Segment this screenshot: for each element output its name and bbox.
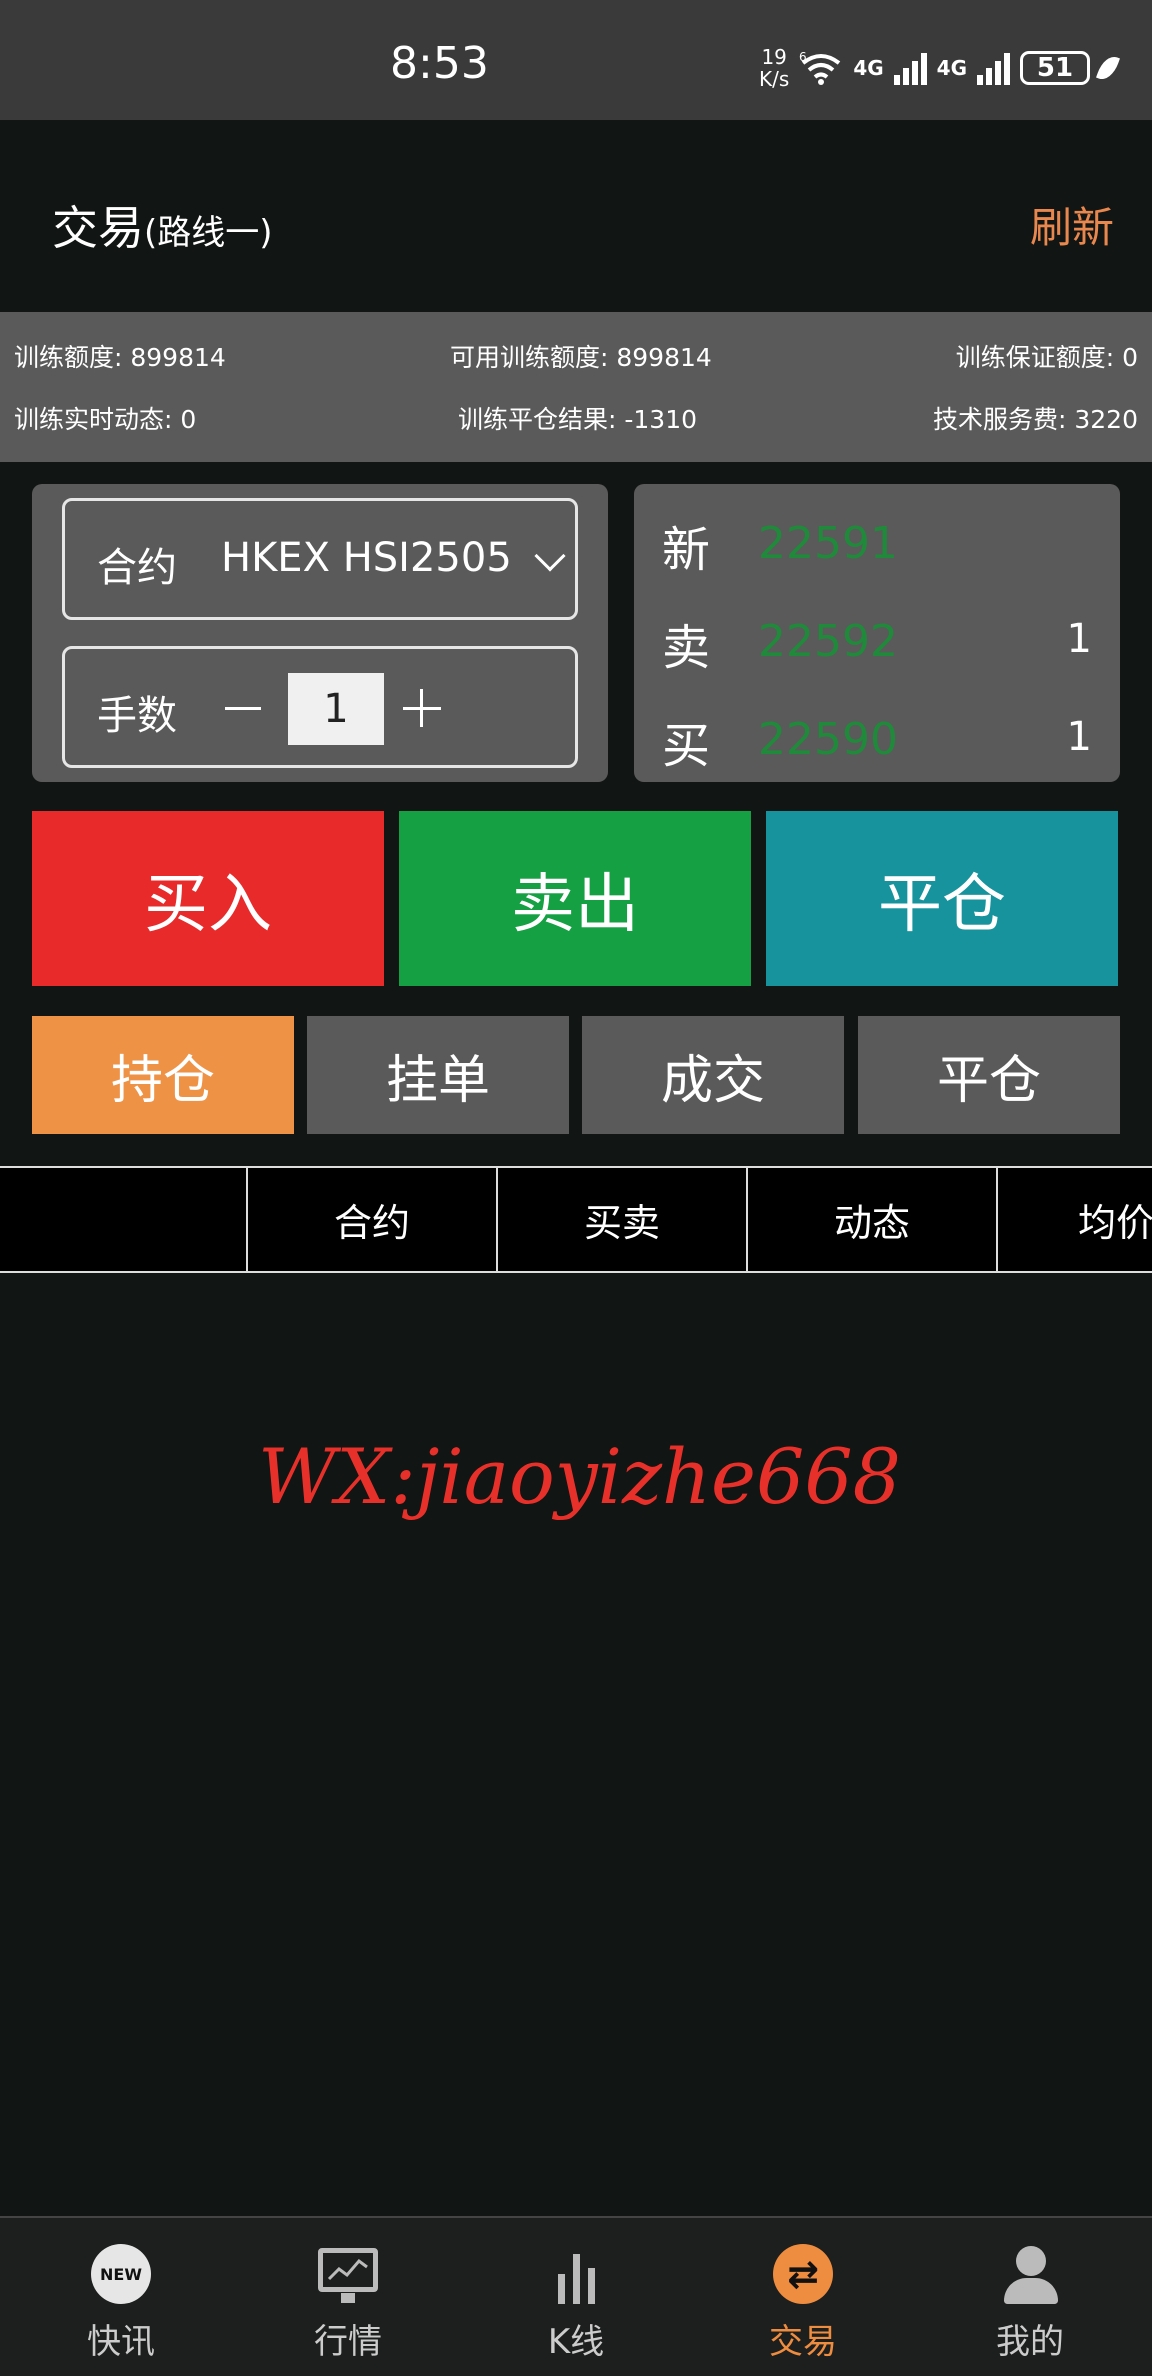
watermark-text: WX:jiaoyizhe668 (258, 1432, 902, 1521)
contract-select[interactable]: 合约 HKEX HSI2505 (62, 498, 578, 620)
tab-positions[interactable]: 持仓 (32, 1016, 294, 1134)
column-header (0, 1168, 246, 1271)
column-header-pnl: 动态 (746, 1168, 996, 1271)
nav-label: 快讯 (87, 2322, 155, 2362)
column-header-contract: 合约 (246, 1168, 496, 1271)
bid-price: 22590 (758, 714, 898, 765)
bid-qty: 1 (1066, 714, 1092, 760)
positions-table-header: 合约 买卖 动态 均价 (0, 1166, 1152, 1273)
lots-stepper: 手数 1 (62, 646, 578, 768)
bar-chart-icon (546, 2244, 606, 2304)
signal-icon (893, 51, 927, 85)
network-speed: 19 K/s (759, 45, 790, 91)
close-result: 训练平仓结果: -1310 (458, 405, 698, 434)
monitor-chart-icon (318, 2248, 378, 2303)
bid-row: 买 22590 1 (634, 692, 1120, 774)
latest-price-row: 新 22591 (634, 496, 1120, 578)
plus-button[interactable] (403, 689, 441, 727)
lots-label: 手数 (97, 693, 177, 739)
sell-button[interactable]: 卖出 (399, 811, 751, 986)
ask-qty: 1 (1066, 616, 1092, 662)
nav-item-trade[interactable]: ⇄ 交易 (688, 2218, 918, 2376)
nav-item-me[interactable]: 我的 (915, 2218, 1145, 2376)
nav-item-kline[interactable]: K线 (461, 2218, 691, 2376)
realtime-pnl: 训练实时动态: 0 (14, 405, 197, 434)
clock: 8:53 (390, 38, 489, 89)
network-type-2: 4G (936, 56, 967, 80)
latest-label: 新 (662, 522, 711, 578)
network-type-1: 4G (853, 56, 884, 80)
leaf-icon (1096, 53, 1120, 83)
minus-button[interactable] (225, 707, 261, 710)
order-panel: 合约 HKEX HSI2505 手数 1 (32, 484, 608, 782)
latest-price: 22591 (758, 518, 898, 569)
bid-label: 买 (662, 718, 711, 774)
buy-button[interactable]: 买入 (32, 811, 384, 986)
page-title: 交易(路线一) (52, 201, 273, 255)
status-icons: 19 K/s 6 4G 4G 51 (759, 40, 1120, 96)
bottom-nav: NEW 快讯 行情 K线 ⇄ 交易 我的 (0, 2216, 1152, 2376)
ask-price: 22592 (758, 616, 898, 667)
nav-item-news[interactable]: NEW 快讯 (6, 2218, 236, 2376)
ask-label: 卖 (662, 620, 711, 676)
user-icon (1000, 2244, 1060, 2304)
margin-quota: 训练保证额度: 0 (955, 343, 1138, 372)
nav-label: 行情 (314, 2322, 382, 2362)
training-quota: 训练额度: 899814 (14, 343, 226, 372)
chevron-down-icon (534, 540, 566, 572)
tab-closed[interactable]: 平仓 (858, 1016, 1120, 1134)
lots-input[interactable]: 1 (288, 673, 384, 745)
available-quota: 可用训练额度: 899814 (450, 343, 712, 372)
column-header-side: 买卖 (496, 1168, 746, 1271)
tab-trades[interactable]: 成交 (582, 1016, 844, 1134)
tab-orders[interactable]: 挂单 (307, 1016, 569, 1134)
battery-icon: 51 (1020, 51, 1090, 85)
status-bar: 8:53 19 K/s 6 4G 4G 51 (0, 0, 1152, 120)
ask-row: 卖 22592 1 (634, 594, 1120, 676)
nav-label: K线 (547, 2322, 605, 2362)
nav-label: 我的 (996, 2322, 1064, 2362)
app-header: 交易(路线一) 刷新 (0, 120, 1152, 312)
column-header-avg-price: 均价 (996, 1168, 1152, 1271)
refresh-button[interactable]: 刷新 (1030, 194, 1114, 255)
contract-label: 合约 (97, 545, 177, 591)
trade-swap-icon: ⇄ (773, 2244, 833, 2304)
quote-panel: 新 22591 卖 22592 1 买 22590 1 (634, 484, 1120, 782)
nav-label: 交易 (769, 2322, 837, 2362)
nav-item-market[interactable]: 行情 (233, 2218, 463, 2376)
svg-text:6: 6 (799, 51, 807, 64)
wifi-icon: 6 (799, 51, 841, 85)
new-icon: NEW (91, 2244, 151, 2304)
contract-value: HKEX HSI2505 (221, 535, 512, 581)
signal-icon (977, 51, 1010, 85)
service-fee: 技术服务费: 3220 (933, 405, 1138, 434)
account-info-panel: 训练额度: 899814 可用训练额度: 899814 训练保证额度: 0 训练… (0, 312, 1152, 462)
close-position-button[interactable]: 平仓 (766, 811, 1118, 986)
